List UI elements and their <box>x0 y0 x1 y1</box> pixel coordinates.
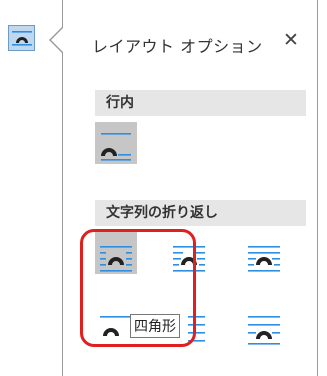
wrap-through-icon <box>248 246 280 272</box>
inline-with-text-option[interactable] <box>95 122 137 164</box>
section-header-inline: 行内 <box>95 90 306 116</box>
panel-title: レイアウト オプション <box>92 37 263 56</box>
wrap-through-option[interactable] <box>243 232 285 274</box>
section-header-wrap: 文字列の折り返し <box>95 200 306 226</box>
close-icon[interactable]: ✕ <box>282 30 300 50</box>
wrap-in-front-of-text-icon <box>248 316 280 345</box>
layout-options-launcher-button[interactable] <box>8 25 35 51</box>
highlight-annotation <box>80 229 196 347</box>
inline-with-text-icon <box>101 133 131 161</box>
wrap-in-front-of-text-option[interactable] <box>243 306 285 348</box>
layout-options-icon <box>12 31 32 46</box>
panel-pointer-fill <box>51 27 64 53</box>
